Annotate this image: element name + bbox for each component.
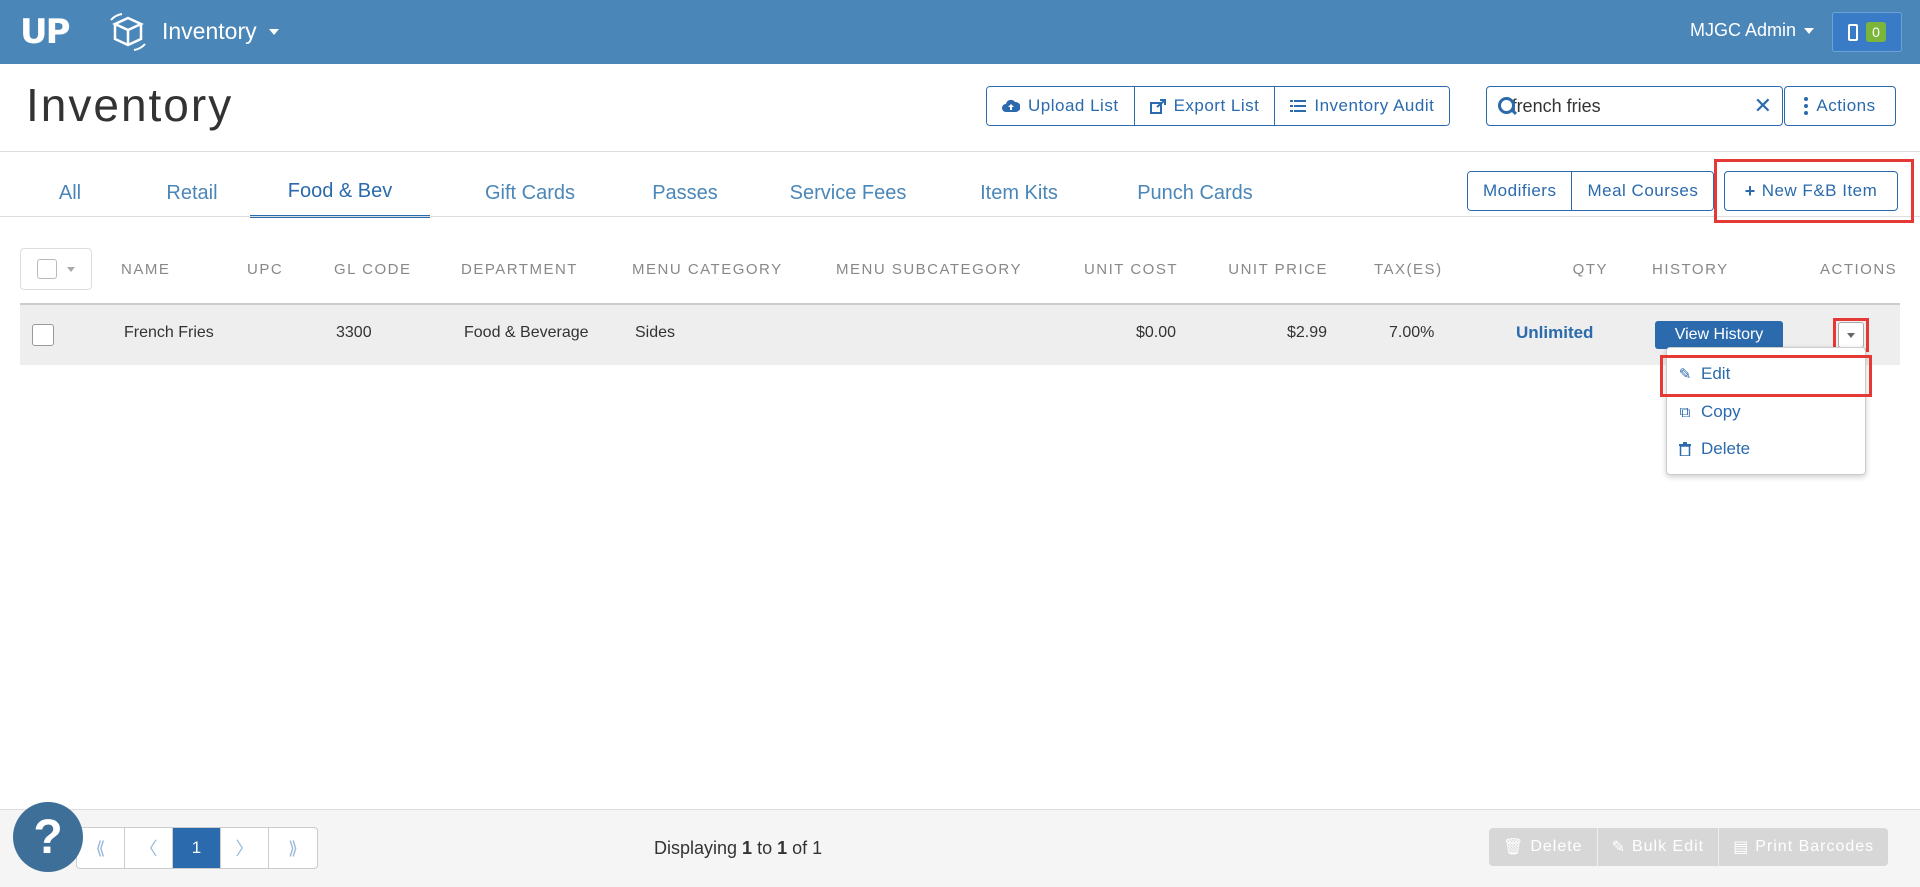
column-header-unit-price[interactable]: UNIT PRICE (1190, 261, 1328, 278)
top-navbar: UP Inventory MJGC Admin 0 (0, 0, 1920, 64)
inventory-audit-button[interactable]: Inventory Audit (1275, 87, 1450, 125)
mobile-phone-icon (1848, 23, 1859, 41)
next-page-button[interactable]: 〉 (221, 828, 269, 868)
actions-button[interactable]: Actions (1784, 86, 1896, 126)
menu-item-copy-label: Copy (1701, 402, 1741, 421)
search-box: ✕ (1486, 86, 1783, 126)
cell-department: Food & Beverage (464, 324, 589, 341)
cell-unit-price: $2.99 (1286, 324, 1327, 341)
search-icon (1497, 96, 1514, 116)
tab-punch-cards[interactable]: Punch Cards (1120, 168, 1270, 218)
meal-courses-button[interactable]: Meal Courses (1572, 172, 1714, 210)
column-header-menu-category[interactable]: MENU CATEGORY (632, 261, 783, 278)
tab-all[interactable]: All (40, 168, 100, 218)
search-input[interactable] (1509, 94, 1746, 118)
column-header-actions: ACTIONS (1820, 261, 1898, 278)
chevron-down-icon (1804, 27, 1815, 34)
print-barcodes-button[interactable]: ▤ Print Barcodes (1719, 828, 1889, 866)
first-page-button[interactable]: ⟪ (77, 828, 125, 868)
highlight-new-item (1714, 159, 1914, 223)
column-header-menu-subcategory[interactable]: MENU SUBCATEGORY (836, 261, 1022, 278)
app-title-label: Inventory (162, 18, 257, 44)
select-all-dropdown[interactable] (20, 248, 92, 290)
tabs-divider (0, 216, 1920, 217)
bulk-edit-button[interactable]: ✎ Bulk Edit (1597, 828, 1720, 866)
menu-item-delete[interactable]: Delete (1677, 439, 1750, 459)
menu-item-copy[interactable]: ⧉ Copy (1677, 402, 1741, 422)
header-divider (0, 151, 1920, 152)
cloud-upload-icon (1002, 99, 1020, 112)
bulk-edit-label: Bulk Edit (1631, 838, 1705, 855)
view-history-button[interactable]: View History (1655, 321, 1783, 349)
user-menu[interactable]: MJGC Admin (1690, 20, 1815, 41)
column-header-qty[interactable]: QTY (1520, 261, 1608, 278)
export-list-button[interactable]: Export List (1134, 87, 1276, 125)
bulk-delete-label: Delete (1530, 838, 1583, 855)
pencil-icon: ✎ (1611, 839, 1626, 856)
highlight-edit-item (1660, 355, 1872, 397)
column-header-name[interactable]: NAME (121, 261, 170, 278)
prev-page-button[interactable]: 〈 (125, 828, 173, 868)
print-barcodes-label: Print Barcodes (1755, 838, 1875, 855)
bulk-delete-button[interactable]: 🗑 Delete (1489, 828, 1598, 866)
tab-retail[interactable]: Retail (148, 168, 236, 218)
cell-qty-link[interactable]: Unlimited (1516, 323, 1593, 343)
tab-gift-cards[interactable]: Gift Cards (460, 168, 600, 218)
header-button-group: Upload List Export List Inventory Audit (986, 86, 1451, 126)
page-title: Inventory (26, 79, 234, 131)
menu-item-delete-label: Delete (1701, 439, 1751, 458)
bulk-actions-group: 🗑 Delete ✎ Bulk Edit ▤ Print Barcodes (1489, 828, 1889, 866)
cell-unit-cost: $0.00 (1135, 324, 1176, 341)
column-header-upc[interactable]: UPC (247, 261, 283, 278)
select-all-checkbox[interactable] (37, 259, 57, 279)
last-page-button[interactable]: ⟫ (269, 828, 317, 868)
cell-gl-code: 3300 (336, 324, 372, 341)
column-header-gl-code[interactable]: GL CODE (334, 261, 411, 278)
inventory-audit-label: Inventory Audit (1314, 96, 1435, 115)
page-1-button[interactable]: 1 (173, 828, 221, 868)
clear-search-icon[interactable]: ✕ (1754, 93, 1772, 119)
tab-passes[interactable]: Passes (630, 168, 740, 218)
document-icon: ▤ (1733, 839, 1750, 856)
records-display-text: Displaying 1 to 1 of 1 (654, 838, 823, 858)
cell-taxes: 7.00% (1389, 324, 1435, 341)
tab-service-fees[interactable]: Service Fees (768, 168, 928, 218)
up-logo[interactable]: UP (20, 12, 71, 52)
device-notifications-button[interactable]: 0 (1832, 12, 1902, 52)
fnb-button-group: Modifiers Meal Courses (1467, 171, 1715, 211)
column-header-unit-cost[interactable]: UNIT COST (1040, 261, 1178, 278)
column-header-department[interactable]: DEPARTMENT (461, 261, 578, 278)
export-list-label: Export List (1173, 96, 1260, 115)
user-name: MJGC Admin (1690, 20, 1797, 40)
help-button[interactable]: ? (13, 802, 83, 872)
tab-food-bev[interactable]: Food & Bev (250, 168, 430, 218)
share-export-icon (1149, 98, 1166, 114)
app-switcher[interactable]: Inventory (162, 18, 279, 45)
notification-count-badge: 0 (1866, 22, 1886, 42)
row-checkbox[interactable] (32, 324, 54, 346)
actions-label: Actions (1816, 96, 1876, 115)
chevron-down-icon (67, 266, 75, 272)
copy-icon: ⧉ (1679, 403, 1691, 421)
vertical-ellipsis-icon (1804, 97, 1809, 115)
column-header-taxes[interactable]: TAX(ES) (1374, 261, 1443, 278)
upload-list-label: Upload List (1028, 96, 1119, 115)
cell-menu-category: Sides (635, 324, 676, 341)
pagination: ⟪ 〈 1 〉 ⟫ (76, 827, 318, 869)
list-icon (1290, 100, 1307, 112)
tab-item-kits[interactable]: Item Kits (952, 168, 1086, 218)
upload-list-button[interactable]: Upload List (987, 87, 1135, 125)
trash-icon: 🗑 (1503, 839, 1525, 856)
chevron-down-icon (268, 28, 279, 35)
modifiers-button[interactable]: Modifiers (1468, 172, 1573, 210)
trash-icon (1679, 442, 1691, 456)
column-header-history: HISTORY (1652, 261, 1729, 278)
inventory-box-icon (110, 13, 146, 51)
cell-name: French Fries (124, 324, 214, 341)
table-row[interactable] (20, 305, 1900, 365)
